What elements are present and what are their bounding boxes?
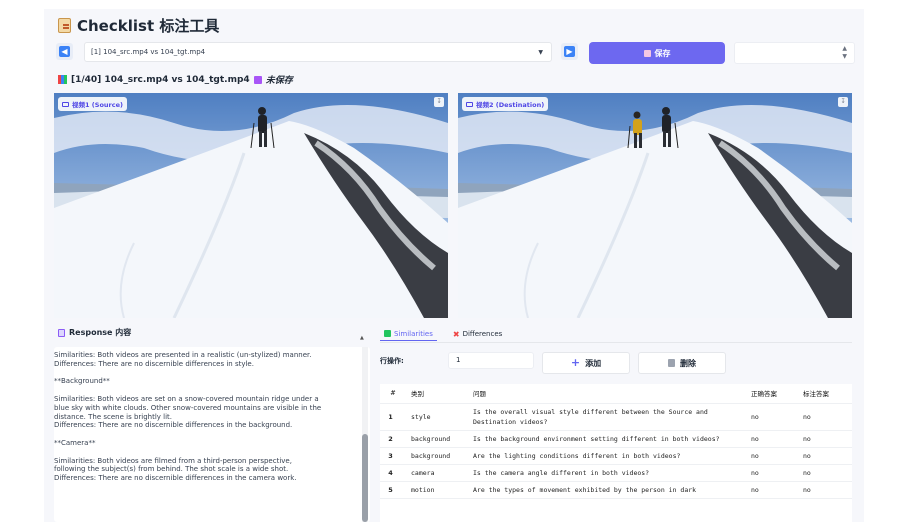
col-header-question[interactable]: 问题 [468,384,746,404]
annotation-answer-cell[interactable]: no [798,447,852,465]
tab-differences[interactable]: ✖ Differences [449,327,506,341]
page-title: Checklist 标注工具 [58,15,219,36]
table-body: 1 style Is the overall visual style differ… [380,403,852,499]
correct-answer-cell[interactable]: no [746,481,798,499]
scroll-up-icon[interactable]: ▲ [360,335,364,341]
question-cell[interactable]: Is the camera angle different in both vi… [468,464,746,482]
tab-similarities[interactable]: Similarities [380,327,437,341]
row-index-cell[interactable]: 5 [380,481,406,499]
question-cell[interactable]: Are the lighting conditions different in… [468,447,746,465]
annotation-answer-cell[interactable]: no [798,430,852,448]
next-button[interactable]: ▶ [561,43,578,60]
floppy-disk-icon [643,49,651,57]
table-row[interactable]: 2 background Is the background environment… [380,430,852,448]
col-header-annotation[interactable]: 标注答案 [798,384,852,404]
response-paragraph: Similarities: Both videos are filmed fro… [54,456,297,483]
table-row[interactable]: 4 camera Is the camera angle different in … [380,464,852,482]
download-icon[interactable]: ↧ [838,97,848,107]
response-paragraph: Similarities: Both videos are set on a s… [54,394,322,430]
checklist-table: # 类别 问题 正确答案 标注答案 1 style Is the overall v… [380,384,852,522]
table-row[interactable]: 1 style Is the overall visual style differ… [380,403,852,431]
category-cell[interactable]: camera [406,464,468,482]
document-icon [58,328,65,337]
response-paragraph: Similarities: Both videos are presented … [54,351,312,368]
response-text: Similarities: Both videos are presented … [54,351,354,492]
index-number-input[interactable]: ▲ ▼ [734,42,855,64]
video-frame-destination [458,93,852,318]
video-player-destination[interactable]: 视频2 (Destination) ↧ [458,93,852,318]
video-label-source: 视频1 (Source) [58,97,127,111]
checkbox-icon [384,330,391,337]
correct-answer-cell[interactable]: no [746,464,798,482]
table-row[interactable]: 3 background Are the lighting conditions d… [380,447,852,465]
bar-chart-icon [58,75,67,84]
download-icon[interactable]: ↧ [434,97,444,107]
video-player-source[interactable]: 视频1 (Source) ↧ [54,93,448,318]
response-paragraph: **Camera** [54,438,96,447]
video-frame-source [54,93,448,318]
col-header-index[interactable]: # [380,384,406,404]
row-index-cell[interactable]: 1 [380,403,406,431]
question-cell[interactable]: Are the types of movement exhibited by t… [468,481,746,499]
correct-answer-cell[interactable]: no [746,447,798,465]
row-index-cell[interactable]: 3 [380,447,406,465]
floppy-disk-icon [253,75,262,84]
response-textarea[interactable]: Similarities: Both videos are presented … [54,347,370,522]
correct-answer-cell[interactable]: no [746,430,798,448]
annotation-answer-cell[interactable]: no [798,464,852,482]
col-header-correct[interactable]: 正确答案 [746,384,798,404]
stepper-up-icon[interactable]: ▲ [842,45,847,52]
video-camera-icon [62,101,69,107]
save-button[interactable]: 保存 [589,42,725,64]
question-cell[interactable]: Is the overall visual style different be… [468,403,746,431]
pair-status-line: [1/40] 104_src.mp4 vs 104_tgt.mp4 未保存 [58,73,293,86]
video-label-destination: 视频2 (Destination) [462,97,549,111]
category-cell[interactable]: background [406,430,468,448]
prev-button[interactable]: ◀ [56,43,73,60]
annotation-answer-cell[interactable]: no [798,403,852,431]
video-pair-select[interactable]: [1] 104_src.mp4 vs 104_tgt.mp4 ▼ [84,42,552,62]
col-header-category[interactable]: 类别 [406,384,468,404]
cross-mark-icon: ✖ [452,329,460,339]
arrow-right-icon: ▶ [564,46,575,57]
category-cell[interactable]: background [406,447,468,465]
delete-row-button[interactable]: 删除 [638,352,726,374]
category-cell[interactable]: motion [406,481,468,499]
video-camera-icon [466,101,473,107]
question-cell[interactable]: Is the background environment setting di… [468,430,746,448]
scrollbar-thumb[interactable] [362,434,368,522]
category-cell[interactable]: style [406,403,468,431]
stepper-down-icon[interactable]: ▼ [842,53,847,60]
row-ops-label: 行操作: [380,357,404,365]
response-paragraph: **Background** [54,377,110,386]
chevron-down-icon: ▼ [538,49,543,56]
add-row-button[interactable]: + 添加 [542,352,630,374]
memo-icon [58,18,71,33]
tab-divider [380,342,852,343]
table-row[interactable]: 5 motion Are the types of movement exhibit… [380,481,852,499]
app-window: Checklist 标注工具 ◀ [1] 104_src.mp4 vs 104_… [44,9,864,522]
trash-icon [668,359,675,367]
tab-bar: Similarities ✖ Differences [380,327,506,341]
table-header-row: # 类别 问题 正确答案 标注答案 [380,384,852,404]
row-index-cell[interactable]: 4 [380,464,406,482]
correct-answer-cell[interactable]: no [746,403,798,431]
row-index-cell[interactable]: 2 [380,430,406,448]
row-index-input[interactable]: 1 [448,352,534,369]
arrow-left-icon: ◀ [59,46,70,57]
response-title: Response 内容 [58,327,131,338]
annotation-answer-cell[interactable]: no [798,481,852,499]
plus-icon: + [570,356,581,369]
